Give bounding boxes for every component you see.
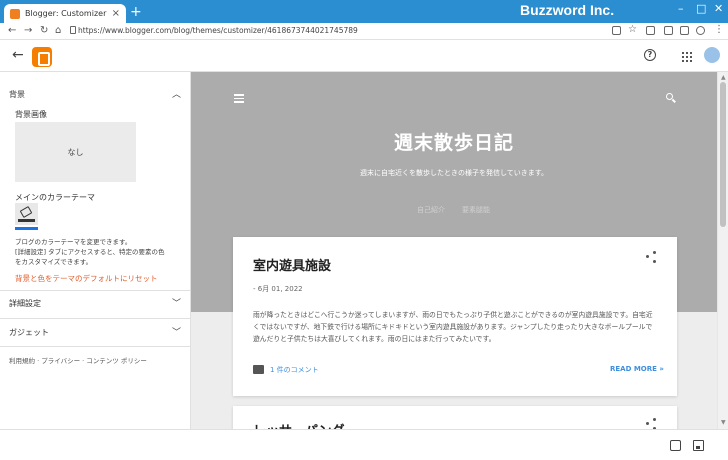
nav-link-page[interactable]: 要素腿能	[462, 205, 490, 215]
revert-icon[interactable]	[670, 440, 681, 451]
theme-selected-indicator	[15, 227, 38, 230]
background-image-value: なし	[67, 147, 84, 157]
background-image-picker[interactable]: なし	[15, 122, 136, 182]
tab-title: Blogger: Customizer	[25, 9, 107, 18]
extension-icon[interactable]	[646, 26, 655, 35]
footer-links[interactable]: 利用規約 · プライバシー · コンテンツ ポリシー	[9, 355, 147, 365]
chevron-down-icon[interactable]: ﹀	[172, 325, 181, 338]
menu-dots-icon[interactable]: ⋮	[714, 24, 724, 35]
blog-preview: 週末散歩日記 週末に自宅近くを散歩したときの様子を発信していきます。 自己紹介 …	[191, 72, 717, 429]
sidepanel-icon[interactable]	[680, 26, 689, 35]
post-title[interactable]: 室内遊具施設	[253, 255, 331, 274]
search-icon[interactable]	[666, 93, 673, 100]
paint-bucket-icon	[19, 206, 33, 218]
share-page-icon[interactable]	[612, 26, 621, 35]
preview-scrollbar[interactable]: ▲ ▼	[717, 72, 728, 429]
reload-icon[interactable]: ↻	[40, 25, 48, 36]
blogger-logo-icon	[32, 47, 52, 67]
divider	[0, 346, 190, 347]
comment-icon[interactable]	[253, 365, 264, 374]
lock-icon	[70, 26, 76, 34]
post-card: 室内遊具施設 - 6月 01, 2022 雨が降ったときはどこへ行こうか迷ってし…	[233, 237, 677, 396]
chevron-up-icon[interactable]: ︿	[172, 87, 181, 100]
blogger-favicon-icon	[10, 8, 20, 19]
browser-titlebar: Blogger: Customizer × + Buzzword Inc. – …	[0, 0, 728, 23]
section-gadget-title[interactable]: ガジェット	[9, 327, 49, 338]
home-icon[interactable]: ⌂	[55, 25, 61, 36]
comments-link[interactable]: 1 件のコメント	[270, 365, 319, 375]
avatar[interactable]	[704, 47, 720, 63]
reset-colors-link[interactable]: 背景と色をテーマのデフォルトにリセット	[15, 273, 158, 284]
bookmark-star-icon[interactable]: ☆	[628, 24, 637, 35]
section-advanced-title[interactable]: 詳細設定	[9, 298, 41, 309]
chevron-down-icon[interactable]: ﹀	[172, 296, 181, 309]
address-bar: ← → ↻ ⌂ https://www.blogger.com/blog/the…	[0, 23, 728, 40]
post-card: レッサーパンダ	[233, 406, 677, 429]
forward-arrow-icon[interactable]: →	[24, 25, 32, 36]
theme-description-line1: ブログのカラーテーマを変更できます。	[15, 238, 132, 246]
blog-title[interactable]: 週末散歩日記	[191, 128, 717, 155]
divider	[0, 318, 190, 319]
window-close-icon[interactable]: ✕	[714, 2, 723, 15]
brand-watermark: Buzzword Inc.	[520, 2, 615, 18]
help-icon[interactable]: ?	[644, 49, 656, 61]
divider	[0, 290, 190, 291]
tab-close-icon[interactable]: ×	[112, 8, 120, 19]
browser-tab[interactable]: Blogger: Customizer ×	[4, 4, 126, 23]
minimize-icon[interactable]: –	[678, 2, 684, 15]
section-background-title[interactable]: 背景	[9, 89, 25, 100]
url-field[interactable]: https://www.blogger.com/blog/themes/cust…	[78, 26, 358, 35]
save-icon[interactable]	[693, 440, 704, 451]
color-theme-button[interactable]	[15, 203, 38, 225]
app-header: ← ?	[0, 41, 728, 72]
nav-link-about[interactable]: 自己紹介	[417, 205, 445, 215]
blog-description: 週末に自宅近くを散歩したときの様子を発信していきます。	[359, 169, 549, 177]
customizer-sidebar: 背景 ︿ 背景画像 なし メインのカラーテーマ ブログのカラーテーマを変更できま…	[0, 72, 191, 429]
share-icon[interactable]	[646, 418, 656, 429]
read-more-link[interactable]: READ MORE »	[610, 365, 664, 373]
profile-icon[interactable]	[696, 26, 705, 35]
scroll-up-icon[interactable]: ▲	[721, 74, 726, 81]
puzzle-icon[interactable]	[664, 26, 673, 35]
scroll-down-icon[interactable]: ▼	[721, 419, 726, 426]
share-icon[interactable]	[646, 251, 656, 263]
theme-description-line2: [詳細設定] タブにアクセスすると、特定の要素の色	[15, 248, 165, 256]
post-snippet: 雨が降ったときはどこへ行こうか迷ってしまいますが、雨の日でもたっぷり子供と遊ぶこ…	[253, 311, 653, 343]
theme-description-line3: をカスタマイズできます。	[15, 258, 93, 266]
hamburger-menu-icon[interactable]	[234, 94, 244, 105]
new-tab-button[interactable]: +	[130, 4, 142, 20]
back-button[interactable]: ←	[12, 47, 24, 63]
main-color-theme-label: メインのカラーテーマ	[15, 193, 95, 202]
bottom-action-bar	[0, 429, 728, 460]
post-title[interactable]: レッサーパンダ	[253, 420, 345, 429]
post-date: - 6月 01, 2022	[253, 285, 303, 293]
apps-grid-icon[interactable]	[682, 52, 692, 62]
maximize-icon[interactable]: □	[696, 2, 706, 15]
back-arrow-icon[interactable]: ←	[8, 25, 16, 36]
background-image-label: 背景画像	[15, 110, 47, 119]
scrollbar-thumb[interactable]	[720, 82, 726, 227]
